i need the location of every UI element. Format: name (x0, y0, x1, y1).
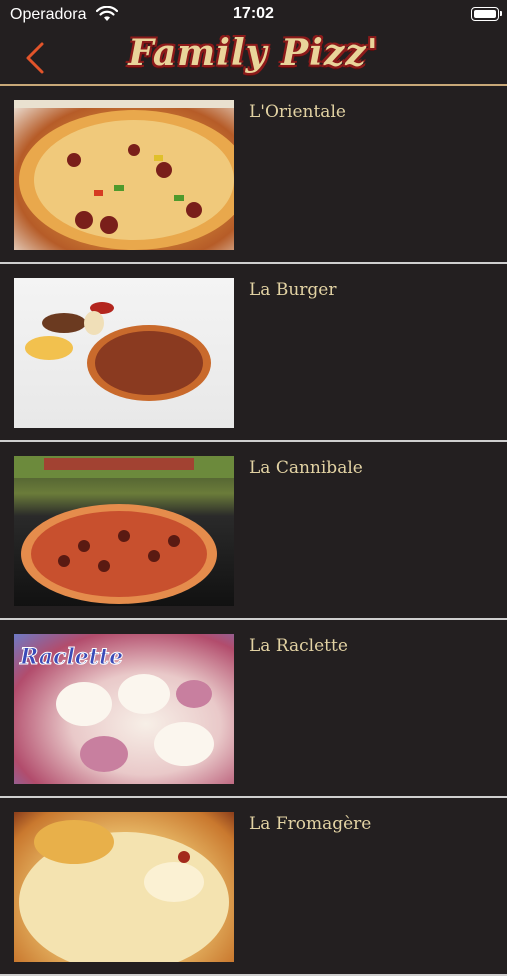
navigation-bar: Family Pizz' (0, 30, 507, 86)
status-time: 17:02 (233, 5, 274, 22)
pizza-image (14, 456, 234, 606)
list-item[interactable]: La Burger (0, 264, 507, 442)
pizza-name: La Fromagère (249, 814, 372, 834)
pizza-image (14, 100, 234, 250)
pizza-name: La Burger (249, 280, 337, 300)
battery-icon (471, 7, 502, 21)
pizza-image (14, 812, 234, 962)
pizza-list: L'Orientale La Burger La Cannibale Racle… (0, 86, 507, 976)
pizza-name: L'Orientale (249, 102, 346, 122)
svg-text:Raclette: Raclette (19, 644, 123, 670)
pizza-image (14, 278, 234, 428)
pizza-name: La Raclette (249, 636, 348, 656)
app-logo: Family Pizz' (128, 32, 379, 74)
pizza-image: Raclette (14, 634, 234, 784)
pizza-name: La Cannibale (249, 458, 363, 478)
status-bar: Operadora 17:02 (0, 0, 507, 30)
list-item[interactable]: La Cannibale (0, 442, 507, 620)
list-item[interactable]: La Fromagère (0, 798, 507, 976)
list-item[interactable]: Raclette La Raclette (0, 620, 507, 798)
list-item[interactable]: L'Orientale (0, 86, 507, 264)
